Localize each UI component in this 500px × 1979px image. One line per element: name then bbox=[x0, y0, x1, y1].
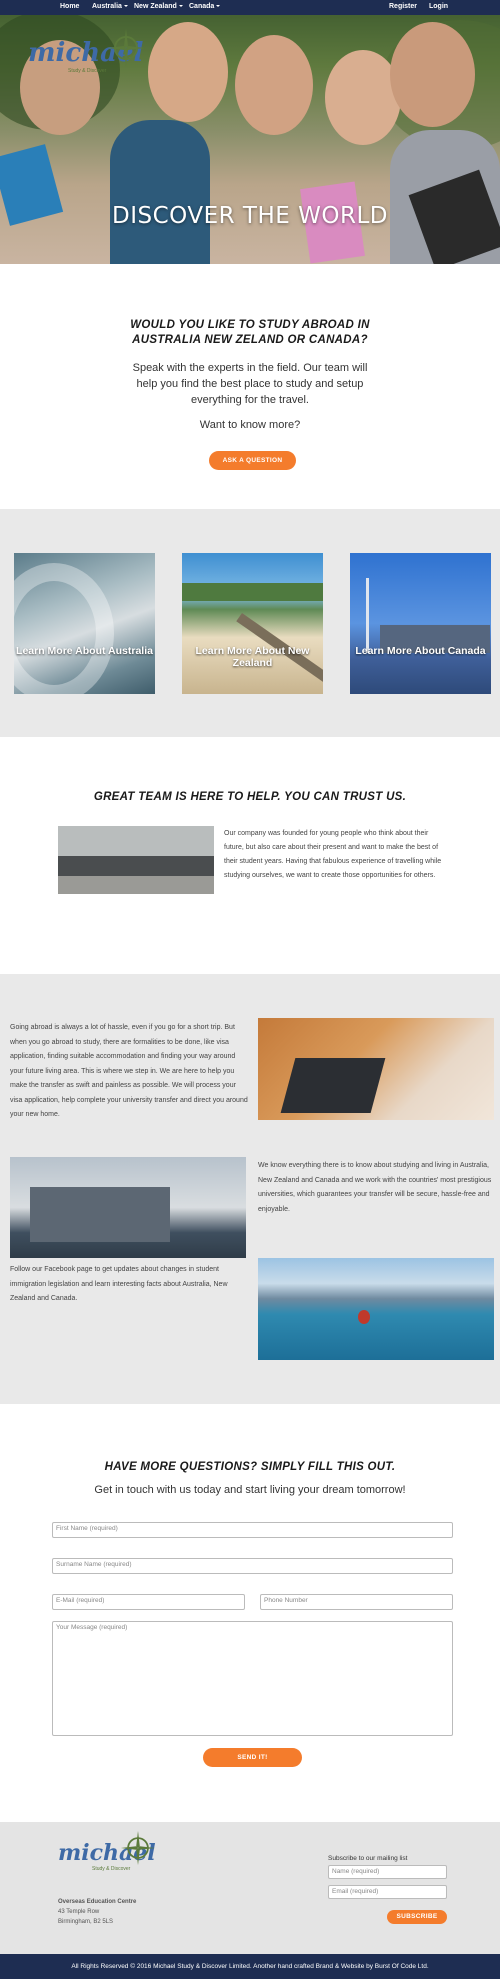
services-text-1: Going abroad is always a lot of hassle, … bbox=[10, 1024, 248, 1118]
chevron-down-icon bbox=[123, 5, 128, 8]
footer-centre-name: Overseas Education Centre bbox=[58, 1899, 137, 1905]
country-card-canada[interactable]: Learn More About Canada bbox=[350, 553, 491, 694]
phone-input[interactable]: Phone Number bbox=[260, 1594, 453, 1610]
footer-address-line-2: Birmingham, B2 5LS bbox=[58, 1919, 114, 1925]
subscribe-button[interactable]: SUBSCRIBE bbox=[387, 1910, 447, 1924]
country-card-label: Learn More About Australia bbox=[16, 645, 153, 657]
first-name-input[interactable]: First Name (required) bbox=[52, 1522, 453, 1538]
nav-canada-label: Canada bbox=[189, 3, 215, 10]
intro-heading: WOULD YOU LIKE TO STUDY ABROAD IN AUSTRA… bbox=[130, 319, 370, 346]
form-subheading: Get in touch with us today and start liv… bbox=[94, 1484, 406, 1496]
laptop-shape bbox=[280, 1058, 386, 1113]
skyline-shape bbox=[30, 1187, 170, 1242]
subscribe-name-input[interactable]: Name (required) bbox=[328, 1865, 447, 1879]
nav-register-link[interactable]: Register bbox=[389, 3, 417, 10]
nav-home-link[interactable]: Home bbox=[60, 3, 79, 10]
email-input[interactable]: E-Mail (required) bbox=[52, 1594, 245, 1610]
message-textarea[interactable]: Your Message (required) bbox=[52, 1621, 453, 1736]
compass-icon bbox=[120, 1830, 156, 1866]
hero-person-shirt bbox=[110, 120, 210, 264]
building-storefront bbox=[58, 856, 214, 876]
intro-want-text: Want to know more? bbox=[199, 419, 301, 431]
country-card-label: Learn More About Canada bbox=[355, 645, 486, 657]
wave-shape bbox=[14, 563, 114, 694]
hero-banner: michael Study & Discover DISCOVER THE WO… bbox=[0, 0, 500, 264]
copyright-bar: All Rights Reserved © 2016 Michael Study… bbox=[0, 1954, 500, 1979]
chevron-down-icon bbox=[216, 5, 221, 8]
team-text: Our company was founded for young people… bbox=[224, 830, 442, 879]
country-card-new-zealand[interactable]: Learn More About New Zealand bbox=[182, 553, 323, 694]
hills-shape bbox=[182, 583, 323, 601]
nav-login-link[interactable]: Login bbox=[429, 3, 448, 10]
team-heading: GREAT TEAM IS HERE TO HELP. YOU CAN TRUS… bbox=[93, 791, 407, 803]
country-card-label: Learn More About New Zealand bbox=[195, 645, 310, 669]
form-heading: HAVE MORE QUESTIONS? SIMPLY FILL THIS OU… bbox=[104, 1461, 396, 1473]
nav-australia-menu[interactable]: Australia bbox=[92, 3, 128, 10]
brand-logo[interactable]: michael Study & Discover bbox=[28, 29, 145, 74]
ask-question-button[interactable]: ASK A QUESTION bbox=[209, 451, 296, 470]
brand-logo-tagline: Study & Discover bbox=[68, 68, 107, 74]
country-card-australia[interactable]: Learn More About Australia bbox=[14, 553, 155, 694]
top-navbar: Home Australia New Zealand Canada Regist… bbox=[0, 0, 500, 15]
chevron-down-icon bbox=[178, 5, 183, 8]
nav-new-zealand-menu[interactable]: New Zealand bbox=[134, 3, 183, 10]
footer-address-line-1: 43 Temple Row bbox=[58, 1909, 100, 1915]
hero-title: DISCOVER THE WORLD bbox=[112, 203, 388, 229]
surname-input[interactable]: Surname Name (required) bbox=[52, 1558, 453, 1574]
laptop-image bbox=[258, 1018, 494, 1120]
nav-new-zealand-label: New Zealand bbox=[134, 3, 177, 10]
hero-person-face bbox=[148, 22, 228, 122]
services-text-2: We know everything there is to know abou… bbox=[258, 1162, 492, 1213]
subscribe-email-input[interactable]: Email (required) bbox=[328, 1885, 447, 1899]
city-skyline-image bbox=[10, 1157, 246, 1258]
footer-logo[interactable]: michael Study & Discover bbox=[58, 1830, 156, 1872]
building-facade bbox=[58, 826, 214, 856]
kayak-lake-image bbox=[258, 1258, 494, 1360]
subscribe-label: Subscribe to our mailing list bbox=[328, 1855, 408, 1862]
kayaker-shape bbox=[358, 1310, 370, 1324]
compass-icon bbox=[107, 29, 145, 67]
hero-person-face bbox=[235, 35, 313, 135]
tower-shape bbox=[366, 578, 369, 653]
footer-logo-tagline: Study & Discover bbox=[92, 1866, 131, 1872]
street-shape bbox=[58, 876, 214, 894]
nav-australia-label: Australia bbox=[92, 3, 122, 10]
hero-person-face bbox=[390, 22, 475, 127]
send-button[interactable]: SEND IT! bbox=[203, 1748, 302, 1767]
office-building-image bbox=[58, 826, 214, 894]
intro-text: Speak with the experts in the field. Our… bbox=[132, 362, 368, 406]
services-text-3: Follow our Facebook page to get updates … bbox=[10, 1266, 228, 1302]
nav-canada-menu[interactable]: Canada bbox=[189, 3, 221, 10]
hero-person-face bbox=[325, 50, 401, 145]
